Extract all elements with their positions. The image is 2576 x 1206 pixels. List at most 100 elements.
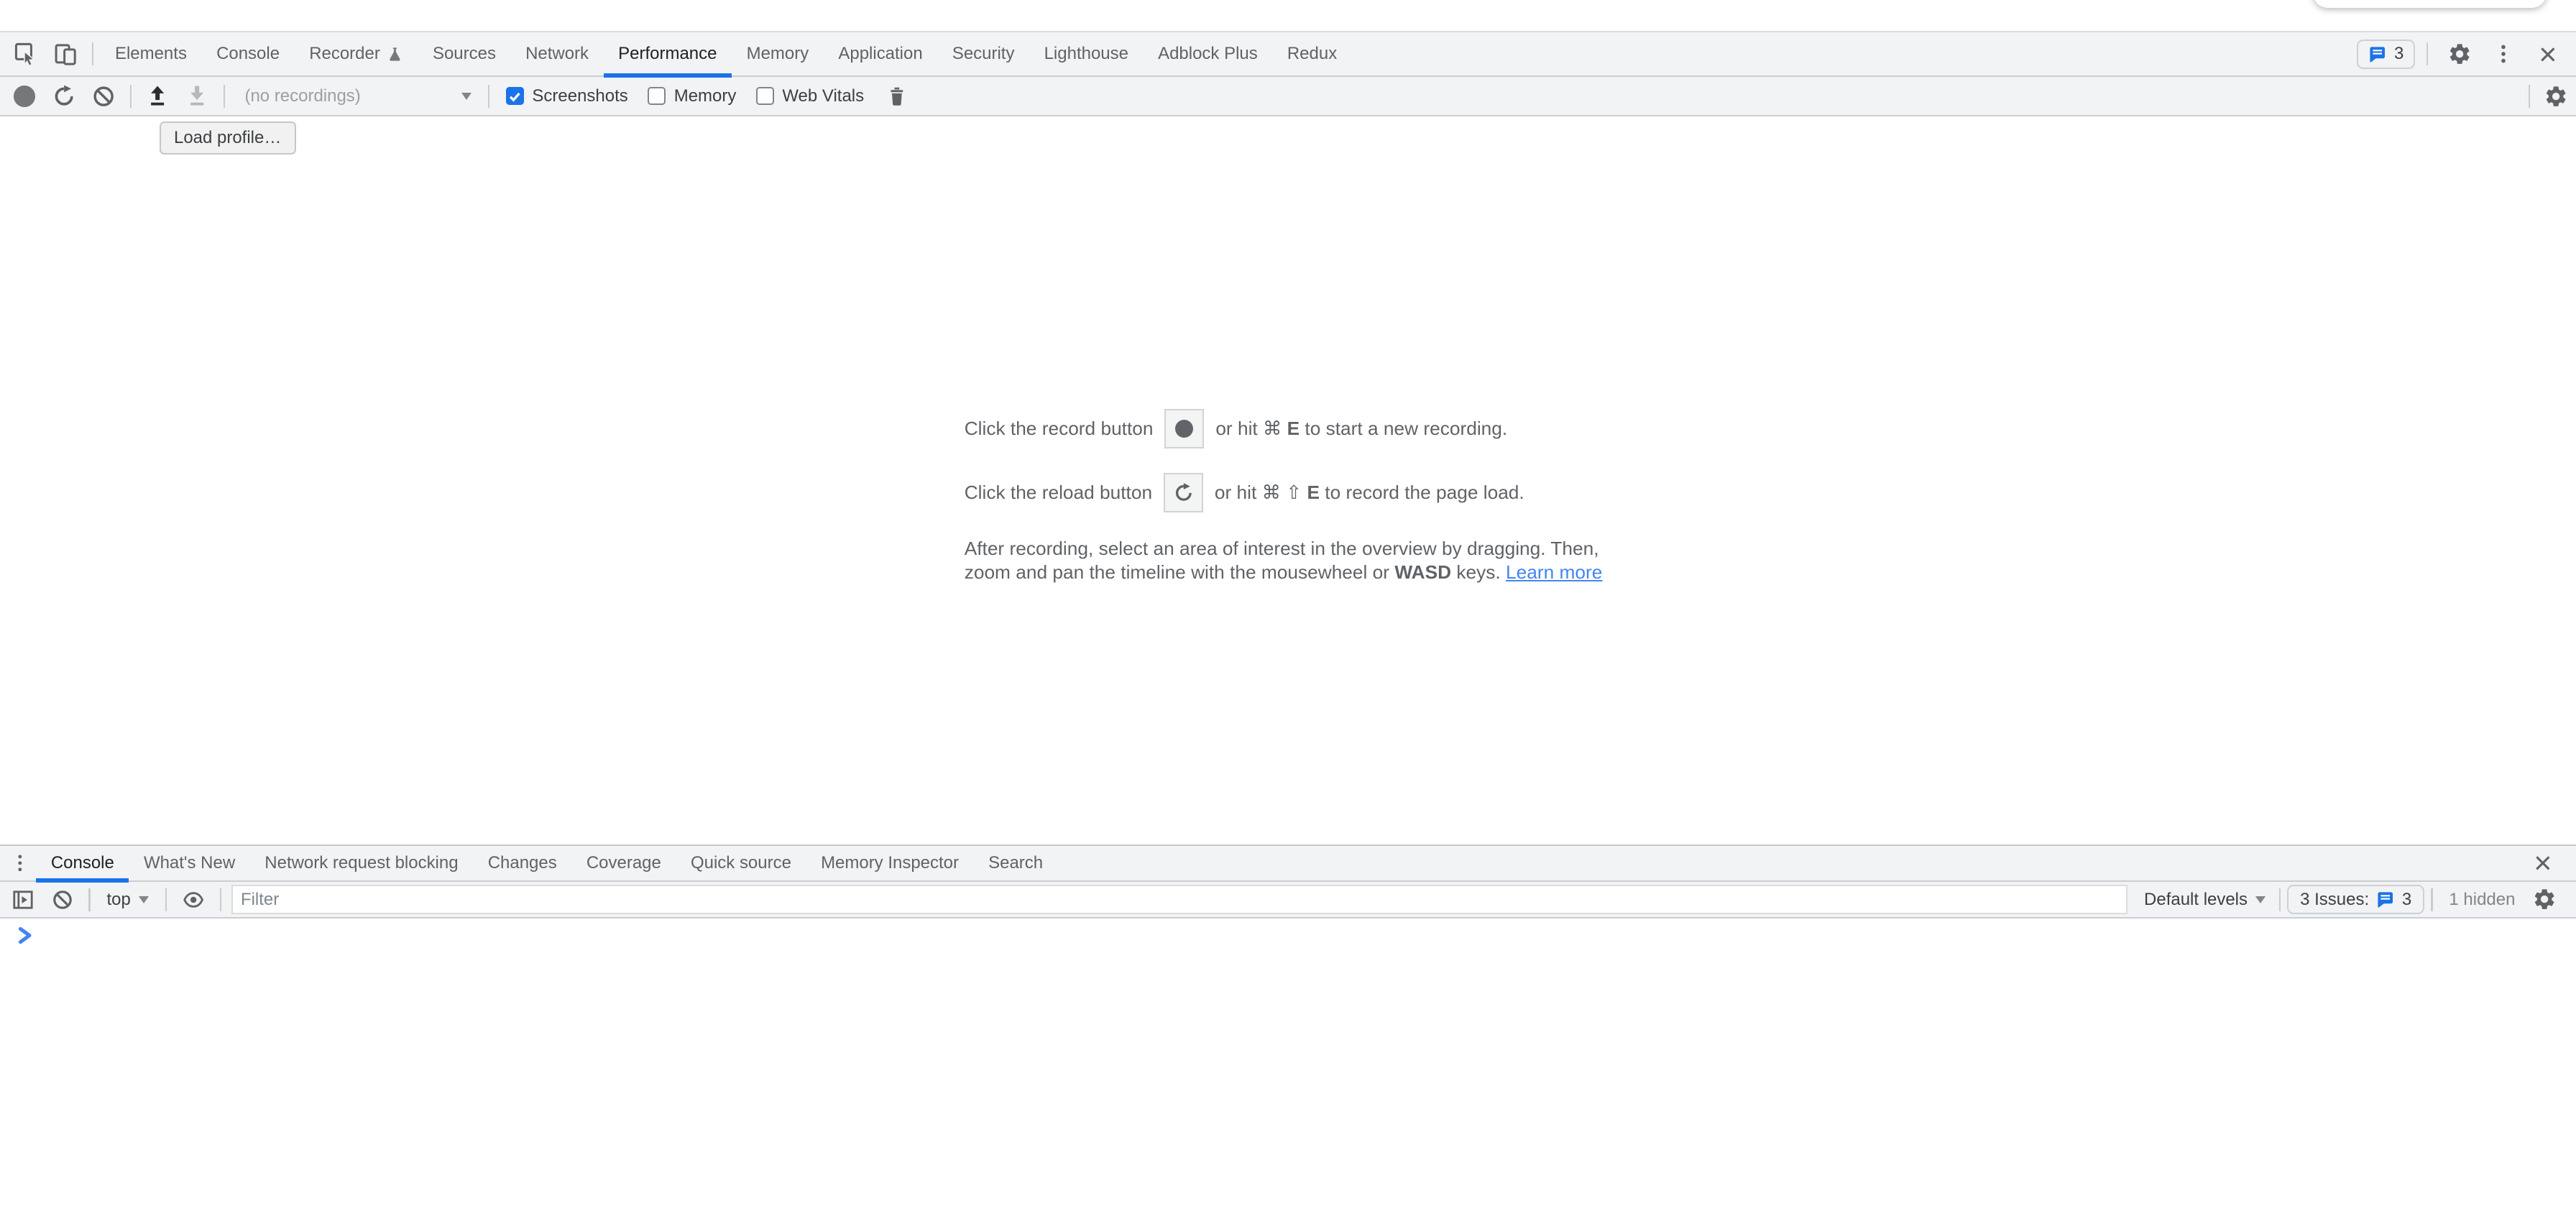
tab-label: Network request blocking: [264, 853, 458, 873]
console-issues-button[interactable]: 3 Issues: 3: [2287, 885, 2424, 914]
trash-icon: [886, 85, 908, 108]
hint-line2: zoom and pan the timeline with the mouse…: [965, 561, 1612, 584]
tab-adblock-plus[interactable]: Adblock Plus: [1144, 32, 1273, 75]
hidden-messages-count: 1 hidden: [2439, 890, 2525, 910]
wasd-keys: WASD: [1394, 561, 1451, 583]
javascript-context-dropdown[interactable]: top: [97, 890, 159, 910]
gear-icon: [2544, 84, 2568, 109]
inspect-cursor-icon: [14, 42, 38, 66]
drawer-tab-memory-inspector[interactable]: Memory Inspector: [806, 846, 974, 881]
save-profile-button[interactable]: [178, 78, 217, 114]
drawer-tab-changes[interactable]: Changes: [473, 846, 571, 881]
tab-label: Application: [838, 44, 922, 64]
console-filter-input[interactable]: [231, 885, 2128, 914]
tab-security[interactable]: Security: [937, 32, 1029, 75]
drawer-menu-button[interactable]: [4, 845, 37, 881]
web-vitals-label: Web Vitals: [782, 86, 864, 106]
close-icon: [2532, 852, 2554, 874]
chevron-down-icon: [461, 93, 472, 100]
delete-recording-button[interactable]: [877, 78, 916, 114]
tab-lighthouse[interactable]: Lighthouse: [1029, 32, 1143, 75]
tab-label: Console: [51, 853, 114, 873]
drawer-tab-search[interactable]: Search: [974, 846, 1058, 881]
tab-label: Console: [216, 44, 280, 64]
tab-console[interactable]: Console: [202, 32, 295, 75]
performance-toolbar: (no recordings) Screenshots Memory Web V…: [0, 77, 2576, 116]
reload-instruction-end: to record the page load.: [1320, 482, 1524, 503]
learn-more-link[interactable]: Learn more: [1506, 561, 1602, 583]
drawer-tab-whats-new[interactable]: What's New: [129, 846, 249, 881]
recordings-dropdown[interactable]: (no recordings): [231, 81, 481, 111]
memory-checkbox[interactable]: [648, 87, 666, 105]
inspect-element-button[interactable]: [6, 36, 46, 72]
close-icon: [2537, 44, 2559, 65]
console-toolbar: top Default levels 3 Issues: 3 1 hidden: [0, 882, 2576, 918]
tab-label: Lighthouse: [1044, 44, 1128, 64]
tab-redux[interactable]: Redux: [1272, 32, 1351, 75]
tab-label: What's New: [144, 853, 235, 873]
record-instruction-post: or hit ⌘ E to start a new recording.: [1215, 418, 1507, 440]
tab-recorder[interactable]: Recorder: [295, 32, 418, 75]
settings-button[interactable]: [2439, 36, 2479, 72]
record-instruction-pre: Click the record button: [965, 418, 1154, 440]
active-tab-underline: [36, 878, 129, 883]
record-instruction-end: to start a new recording.: [1300, 418, 1507, 439]
drawer-tab-console[interactable]: Console: [36, 846, 129, 881]
clear-console-button[interactable]: [42, 881, 82, 917]
console-prompt-area[interactable]: [0, 919, 2576, 1206]
create-live-expression-button[interactable]: [174, 881, 213, 917]
tabbar-right-controls: 3: [2357, 36, 2576, 72]
divider: [2529, 85, 2530, 108]
clear-button[interactable]: [84, 78, 124, 114]
close-devtools-button[interactable]: [2529, 36, 2568, 72]
more-options-button[interactable]: [2484, 36, 2524, 72]
log-levels-dropdown[interactable]: Default levels: [2138, 890, 2273, 910]
tab-label: Network: [525, 44, 589, 64]
web-vitals-checkbox-group[interactable]: Web Vitals: [756, 86, 864, 106]
shortcut-text: or hit ⌘ ⇧: [1215, 482, 1307, 503]
tab-memory[interactable]: Memory: [732, 32, 824, 75]
drawer-tab-network-request-blocking[interactable]: Network request blocking: [250, 846, 473, 881]
shortcut-key: E: [1287, 418, 1300, 439]
load-profile-button[interactable]: [138, 78, 178, 114]
screenshots-label: Screenshots: [532, 86, 627, 106]
performance-panel: Load profile… Click the record button or…: [0, 116, 2576, 844]
hint-line2-mid: keys.: [1451, 561, 1506, 583]
tab-sources[interactable]: Sources: [418, 32, 510, 75]
divider: [220, 888, 221, 911]
load-profile-tooltip: Load profile…: [160, 121, 296, 155]
screenshots-checkbox[interactable]: [506, 87, 524, 105]
capture-settings-button[interactable]: [2536, 78, 2576, 114]
chevron-down-icon: [139, 896, 149, 903]
popup-card-remnant: [2313, 0, 2547, 8]
reload-instruction-row: Click the reload button or hit ⌘ ⇧ E to …: [965, 473, 1612, 512]
record-and-reload-button[interactable]: [45, 78, 84, 114]
tab-network[interactable]: Network: [511, 32, 604, 75]
gear-icon: [2532, 887, 2557, 911]
drawer-tab-coverage[interactable]: Coverage: [571, 846, 676, 881]
drawer-tab-quick-source[interactable]: Quick source: [676, 846, 806, 881]
console-sidebar-toggle-button[interactable]: [4, 881, 43, 917]
tab-label: Adblock Plus: [1158, 44, 1258, 64]
sidebar-panel-icon: [12, 888, 34, 911]
screenshots-checkbox-group[interactable]: Screenshots: [506, 86, 628, 106]
download-icon: [185, 84, 209, 109]
reload-instruction-pre: Click the reload button: [965, 482, 1152, 504]
hint-line2-pre: zoom and pan the timeline with the mouse…: [965, 561, 1395, 583]
tab-label: Changes: [488, 853, 557, 873]
close-drawer-button[interactable]: [2524, 845, 2563, 881]
shortcut-key: E: [1307, 482, 1320, 503]
device-toolbar-button[interactable]: [46, 36, 86, 72]
drawer-tabbar: Console What's New Network request block…: [0, 844, 2576, 883]
tab-elements[interactable]: Elements: [100, 32, 201, 75]
issues-counter-button[interactable]: 3: [2357, 40, 2415, 69]
record-button[interactable]: [5, 78, 45, 114]
console-settings-button[interactable]: [2525, 881, 2564, 917]
tab-application[interactable]: Application: [824, 32, 937, 75]
block-icon: [91, 84, 116, 109]
block-icon: [51, 888, 74, 911]
shortcut-text: or hit ⌘: [1215, 418, 1287, 439]
web-vitals-checkbox[interactable]: [756, 87, 774, 105]
tab-performance[interactable]: Performance: [604, 32, 732, 75]
memory-checkbox-group[interactable]: Memory: [648, 86, 736, 106]
